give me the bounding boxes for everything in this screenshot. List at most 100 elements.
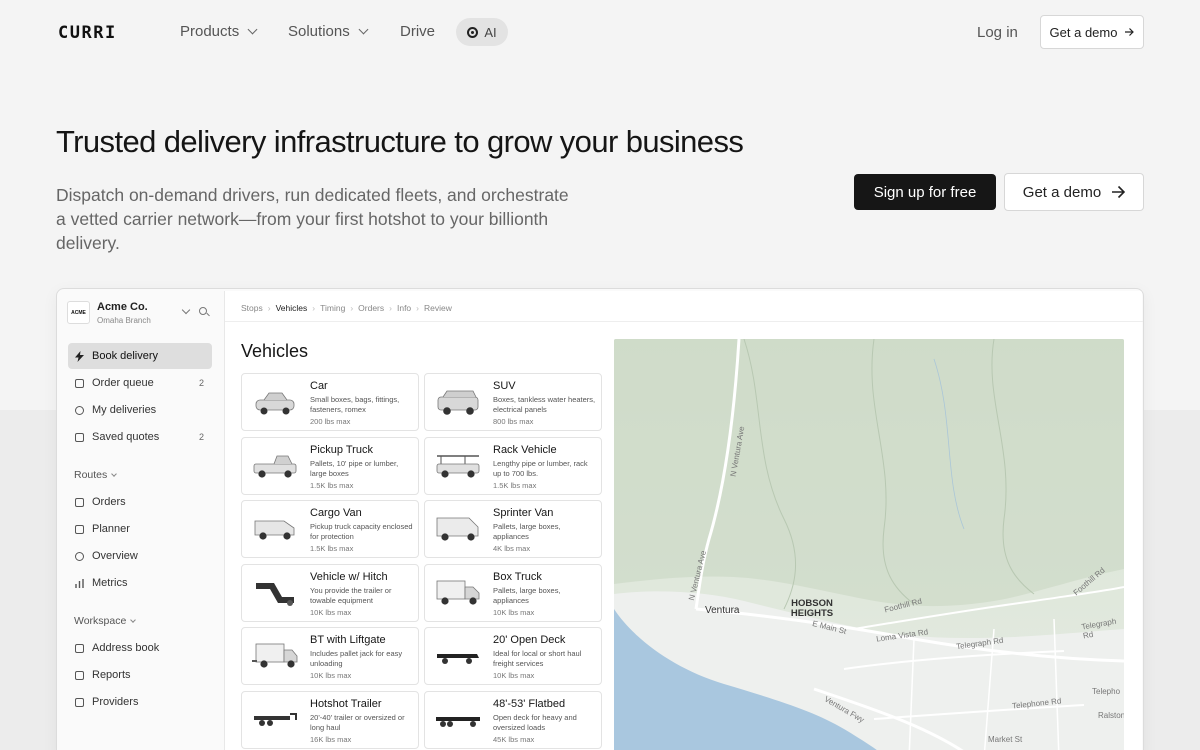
hero-get-demo-button[interactable]: Get a demo — [1004, 173, 1144, 211]
chevron-right-icon: › — [389, 303, 392, 313]
vehicle-name: Sprinter Van — [493, 507, 554, 519]
sidebar-item-planner[interactable]: Planner — [68, 516, 212, 542]
vehicle-card-liftgate[interactable]: BT with Liftgate Includes pallet jack for… — [241, 627, 419, 685]
vehicle-card-boxtruck[interactable]: Box Truck Pallets, large boxes, appliance… — [424, 563, 602, 622]
sidebar-item-orders[interactable]: Orders — [68, 489, 212, 515]
vehicle-card-suv[interactable]: SUV Boxes, tankless water heaters, electr… — [424, 373, 602, 431]
breadcrumb-orders[interactable]: Orders — [358, 303, 384, 313]
vehicle-card-car[interactable]: Car Small boxes, bags, fittings, fastener… — [241, 373, 419, 431]
breadcrumb-timing[interactable]: Timing — [320, 303, 345, 313]
breadcrumb-review[interactable]: Review — [424, 303, 452, 313]
hero-get-demo-label: Get a demo — [1022, 183, 1102, 201]
chevron-down-icon — [247, 24, 258, 35]
chevron-right-icon: › — [350, 303, 354, 313]
breadcrumb-info[interactable]: Info — [397, 303, 411, 313]
sidebar-item-reports[interactable]: Reports — [68, 662, 212, 688]
vehicle-name: Pickup Truck — [310, 443, 373, 456]
search-icon[interactable] — [199, 307, 207, 315]
sidebar-item-book-delivery[interactable]: Book delivery — [68, 343, 212, 369]
curri-logo[interactable]: CURRI — [58, 23, 117, 43]
sidebar-section-routes[interactable]: Routes — [74, 469, 118, 481]
map-label-telephone-rd-2: Telepho — [1092, 687, 1121, 696]
org-switcher[interactable]: ACME Acme Co. Omaha Branch — [67, 301, 213, 327]
vehicle-capacity: 16K lbs max — [310, 734, 352, 744]
liftgate-vehicle-icon — [252, 643, 298, 668]
sidebar-item-label: Order queue — [92, 377, 154, 389]
sidebar-item-my-deliveries[interactable]: My deliveries — [68, 397, 212, 423]
signup-button[interactable]: Sign up for free — [854, 174, 996, 210]
vehicle-card-hitch[interactable]: Vehicle w/ Hitch You provide the trailer … — [241, 563, 419, 622]
cube-icon — [75, 497, 84, 507]
nav-drive[interactable]: Drive — [400, 23, 435, 40]
sidebar-item-saved-quotes[interactable]: Saved quotes 2 — [68, 424, 212, 450]
pickup-vehicle-icon — [253, 455, 297, 478]
vehicle-capacity: 10K lbs max — [493, 607, 535, 617]
ai-icon — [467, 26, 479, 38]
arrow-right-icon — [1112, 185, 1126, 199]
chevron-down-icon — [130, 616, 137, 623]
nav-products[interactable]: Products — [180, 23, 258, 40]
sidebar-item-order-queue[interactable]: Order queue 2 — [68, 370, 212, 396]
inbox-icon — [75, 378, 84, 388]
sidebar-item-label: My deliveries — [92, 404, 157, 416]
vehicle-capacity: 45K lbs max — [493, 734, 535, 744]
map-view[interactable]: Ventura HOBSON HEIGHTS N Ventura Ave N V… — [614, 339, 1124, 750]
vehicle-name: Rack Vehicle — [493, 443, 557, 456]
chevron-right-icon: › — [416, 303, 420, 313]
hero-title: Trusted delivery infrastructure to grow … — [56, 124, 744, 159]
app-main-panel: Stops › Vehicles › Timing › Orders › Info › R… — [224, 291, 1143, 750]
vehicle-description: Pickup truck capacity enclosed for prote… — [310, 522, 413, 541]
breadcrumb-stops[interactable]: Stops — [241, 303, 263, 313]
vehicle-card-van[interactable]: Cargo Van Pickup truck capacity enclosed … — [241, 500, 419, 558]
sidebar-item-label: Address book — [92, 642, 160, 654]
map-label-ralston: Ralston — [1098, 711, 1124, 720]
edit-icon — [75, 432, 84, 442]
section-label: Workspace — [74, 615, 127, 627]
nav-get-demo-label: Get a demo — [1049, 24, 1118, 40]
vehicle-card-flatbed[interactable]: 48'-53' Flatbed Open deck for heavy and o… — [424, 690, 602, 749]
nav-get-demo-button[interactable]: Get a demo — [1040, 15, 1144, 49]
vehicle-name: 48'-53' Flatbed — [493, 697, 566, 710]
sidebar-item-label: Overview — [92, 550, 138, 562]
hotshot-vehicle-icon — [254, 712, 297, 726]
vehicle-card-deck[interactable]: 20' Open Deck Ideal for local or short ha… — [424, 627, 602, 685]
login-link[interactable]: Log in — [977, 24, 1018, 41]
vehicle-description: You provide the trailer or towable equip… — [310, 585, 392, 605]
bolt-icon — [75, 350, 84, 362]
sidebar-item-metrics[interactable]: Metrics — [68, 570, 212, 596]
sidebar-item-overview[interactable]: Overview — [68, 543, 212, 569]
chevron-down-icon — [181, 305, 191, 315]
vehicle-name: Vehicle w/ Hitch — [310, 570, 388, 583]
breadcrumb-vehicles[interactable]: Vehicles — [276, 303, 308, 313]
nav-ai[interactable]: AI — [456, 18, 508, 46]
nav-ai-label: AI — [484, 24, 497, 40]
vehicle-card-pickup[interactable]: Pickup Truck Pallets, 10' pipe or lumber,… — [241, 436, 419, 495]
vehicle-card-hotshot[interactable]: Hotshot Trailer 20'-40' trailer or oversi… — [241, 690, 419, 749]
vehicle-name: SUV — [493, 380, 516, 392]
arrow-right-icon — [1125, 28, 1135, 36]
vehicle-description: Pallets, large boxes, appliances — [493, 522, 561, 541]
sidebar-item-label: Metrics — [92, 577, 128, 589]
vehicle-card-sprinter[interactable]: Sprinter Van Pallets, large boxes, applia… — [424, 500, 602, 558]
sidebar-item-providers[interactable]: Providers — [68, 689, 212, 715]
vehicle-card-rack[interactable]: Rack Vehicle Lengthy pipe or lumber, rack… — [424, 436, 602, 495]
top-navigation: CURRI Products Solutions Drive AI Log in… — [0, 0, 1200, 64]
report-icon — [75, 670, 84, 680]
breadcrumb: Stops › Vehicles › Timing › Orders › Info › R… — [241, 303, 452, 313]
sidebar-section-workspace[interactable]: Workspace — [74, 615, 137, 627]
map-label-market-st: Market St — [988, 735, 1023, 744]
chevron-down-icon — [111, 470, 118, 477]
sidebar-item-label: Planner — [92, 523, 130, 535]
vehicle-description: Pallets, large boxes, appliances — [493, 585, 561, 605]
sidebar-item-address-book[interactable]: Address book — [68, 635, 212, 661]
nav-drive-label: Drive — [400, 23, 436, 40]
chevron-right-icon: › — [312, 303, 316, 313]
vehicle-capacity: 10K lbs max — [310, 607, 352, 617]
nav-solutions[interactable]: Solutions — [288, 23, 369, 40]
nav-solutions-label: Solutions — [288, 23, 350, 40]
sidebar-item-label: Saved quotes — [92, 431, 160, 443]
vehicle-description: Lengthy pipe or lumber, rack up to 700 l… — [493, 458, 588, 478]
chevron-down-icon — [358, 24, 369, 35]
suv-vehicle-icon — [437, 390, 479, 415]
deck-vehicle-icon — [437, 654, 479, 664]
